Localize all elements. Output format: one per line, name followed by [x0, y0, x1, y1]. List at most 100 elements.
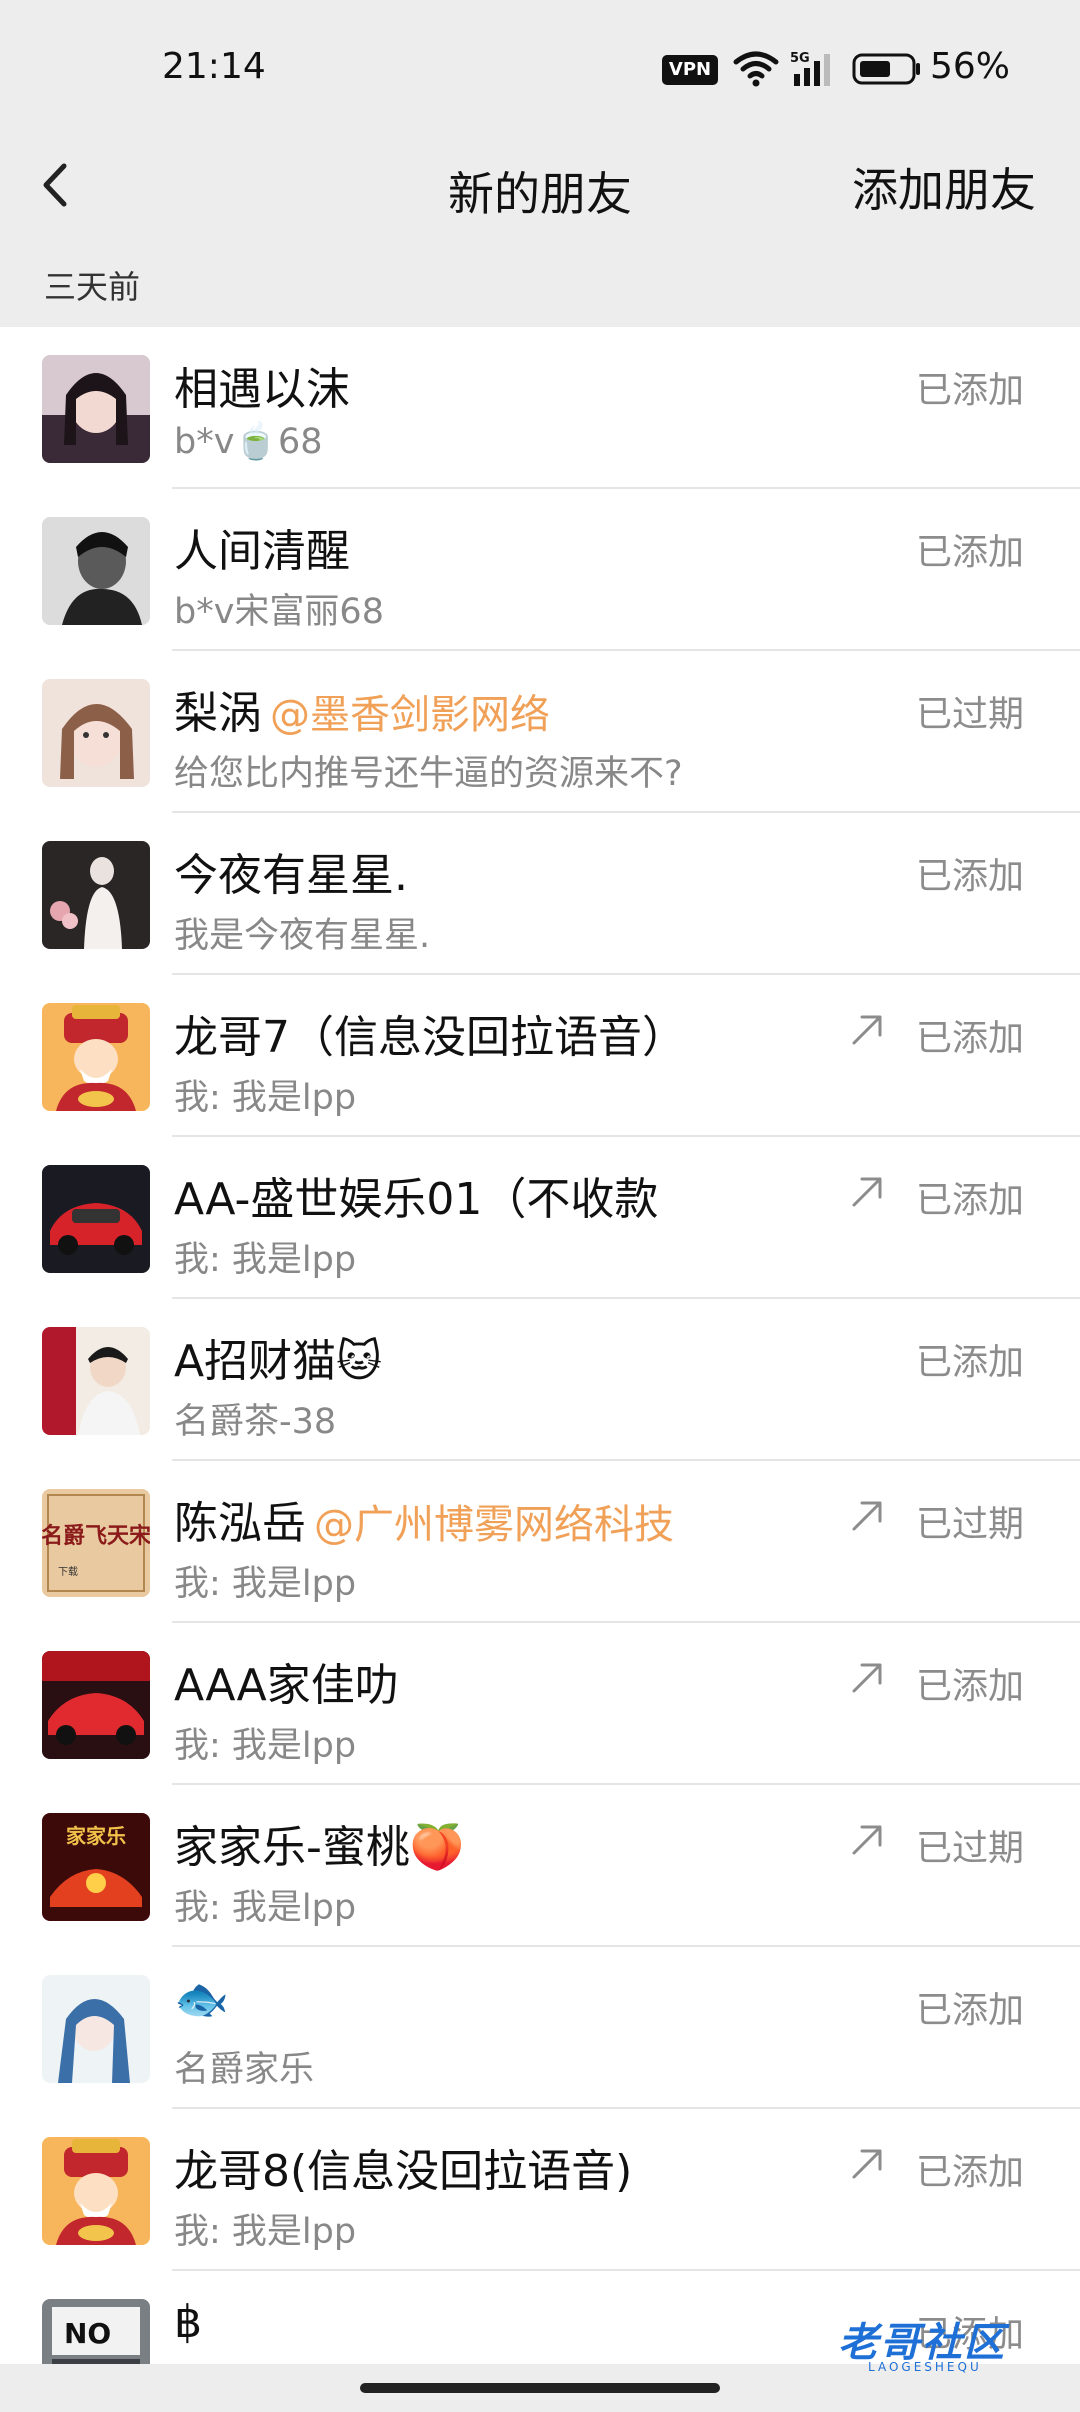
nav-bar: 新的朋友 添加朋友: [0, 130, 1080, 240]
section-date-label: 三天前: [44, 268, 141, 306]
request-message: 我: 我是lpp: [174, 1726, 357, 1766]
avatar[interactable]: 名爵飞天宋下载: [42, 1489, 150, 1597]
request-message: 我: 我是lpp: [174, 1888, 357, 1928]
request-message: 我: 我是lpp: [174, 1564, 357, 1604]
contact-name: 梨涡 @墨香剑影网络: [174, 677, 550, 741]
friend-request-row[interactable]: 人间清醒 b*v宋富丽68 已添加: [0, 489, 1080, 651]
svg-text:家家乐: 家家乐: [66, 1824, 126, 1848]
contact-name: 陈泓岳 @广州博雾网络科技: [174, 1487, 674, 1551]
contact-name-text: ฿: [174, 2297, 202, 2348]
forwarded-arrow-icon: [852, 1501, 882, 1531]
avatar[interactable]: [42, 1327, 150, 1435]
watermark-subtitle: LAOGESHEQU: [868, 2360, 982, 2374]
request-message: 名爵家乐: [174, 2050, 315, 2090]
friend-request-row[interactable]: 龙哥8(信息没回拉语音) 我: 我是lpp 已添加: [0, 2109, 1080, 2271]
request-message: 我是今夜有星星.: [174, 916, 431, 956]
contact-name: 今夜有星星.: [174, 839, 408, 903]
forwarded-arrow-icon: [852, 1663, 882, 1693]
svg-text:5G: 5G: [790, 51, 810, 66]
contact-name: 人间清醒: [174, 515, 350, 579]
request-status: 已过期: [915, 1504, 1024, 1545]
request-status: 已添加: [915, 532, 1024, 573]
contact-name: 龙哥8(信息没回拉语音): [174, 2135, 632, 2199]
avatar[interactable]: [42, 517, 150, 625]
add-friend-button[interactable]: 添加朋友: [852, 154, 1036, 220]
request-message: 名爵茶-38: [174, 1402, 337, 1442]
contact-name-text: 🐟: [174, 1974, 229, 2025]
svg-text:名爵飞天宋: 名爵飞天宋: [42, 1523, 150, 1549]
contact-name: ฿: [174, 2297, 202, 2348]
avatar[interactable]: 家家乐: [42, 1813, 150, 1921]
friend-request-row[interactable]: 家家乐 家家乐-蜜桃🍑 我: 我是lpp 已过期: [0, 1785, 1080, 1947]
avatar[interactable]: [42, 841, 150, 949]
friend-request-row[interactable]: 龙哥7（信息没回拉语音） 我: 我是lpp 已添加: [0, 975, 1080, 1137]
contact-name-text: 今夜有星星.: [174, 850, 408, 901]
battery-percentage: 56%: [930, 46, 1011, 87]
contact-name-text: 梨涡: [174, 688, 262, 739]
forwarded-arrow-icon: [852, 1177, 882, 1207]
friend-request-row[interactable]: AA-盛世娱乐01（不收款我: 我是lpp 已添加: [0, 1137, 1080, 1299]
contact-name: A招财猫🐱: [174, 1325, 382, 1389]
friend-request-row[interactable]: 🐟 名爵家乐 已添加: [0, 1947, 1080, 2109]
contact-name-text: AAA家佳叻: [174, 1660, 399, 1711]
request-message: 我: 我是lpp: [174, 1240, 357, 1280]
contact-name-text: 人间清醒: [174, 526, 350, 577]
cellular-signal-icon: 5G: [790, 51, 830, 86]
avatar[interactable]: [42, 2137, 150, 2245]
contact-name-text: 龙哥7（信息没回拉语音）: [174, 1012, 686, 1063]
request-status: 已添加: [915, 1018, 1024, 1059]
battery-icon: [852, 53, 920, 85]
contact-name: 家家乐-蜜桃🍑: [174, 1811, 465, 1875]
contact-name: AAA家佳叻: [174, 1649, 399, 1713]
request-message: b*v🍵68: [174, 422, 323, 462]
home-indicator[interactable]: [360, 2383, 720, 2393]
request-status: 已添加: [915, 1180, 1024, 1221]
contact-organization: @广州博雾网络科技: [314, 1502, 674, 1548]
request-status: 已添加: [915, 1666, 1024, 1707]
avatar[interactable]: [42, 355, 150, 463]
avatar[interactable]: [42, 1651, 150, 1759]
request-status: 已过期: [915, 694, 1024, 735]
request-message: 给您比内推号还牛逼的资源来不?: [174, 754, 683, 794]
avatar[interactable]: [42, 679, 150, 787]
contact-name-text: A招财猫🐱: [174, 1336, 382, 1387]
status-time: 21:14: [162, 46, 266, 87]
request-status: 已添加: [915, 856, 1024, 897]
request-message: 我: 我是lpp: [174, 2212, 357, 2252]
request-status: 已添加: [915, 1342, 1024, 1383]
contact-name-text: 陈泓岳: [174, 1498, 306, 1549]
svg-text:下载: 下载: [58, 1566, 78, 1578]
request-status: 已过期: [915, 1828, 1024, 1869]
friend-request-row[interactable]: 相遇以沫 b*v🍵68 已添加: [0, 327, 1080, 489]
forwarded-arrow-icon: [852, 1825, 882, 1855]
forwarded-arrow-icon: [852, 1015, 882, 1045]
contact-name-text: 家家乐-蜜桃🍑: [174, 1822, 465, 1873]
contact-organization: @墨香剑影网络: [270, 692, 550, 738]
contact-name-text: 相遇以沫: [174, 364, 350, 415]
request-status: 已添加: [915, 2152, 1024, 2193]
friend-request-row[interactable]: 今夜有星星. 我是今夜有星星. 已添加: [0, 813, 1080, 975]
friend-request-row[interactable]: AAA家佳叻我: 我是lpp 已添加: [0, 1623, 1080, 1785]
avatar[interactable]: [42, 1165, 150, 1273]
status-bar: 21:14 VPN 5G 56%: [0, 0, 1080, 130]
request-status: 已添加: [915, 1990, 1024, 2031]
forwarded-arrow-icon: [852, 2149, 882, 2179]
avatar[interactable]: [42, 1975, 150, 2083]
wifi-icon: [733, 51, 779, 87]
contact-name: AA-盛世娱乐01（不收款: [174, 1163, 658, 1227]
request-status: 已添加: [915, 370, 1024, 411]
vpn-icon: VPN: [662, 55, 718, 85]
request-message: b*v宋富丽68: [174, 592, 384, 632]
contact-name-text: 龙哥8(信息没回拉语音): [174, 2146, 633, 2197]
contact-name: 相遇以沫: [174, 353, 350, 417]
request-message: 我: 我是lpp: [174, 1078, 357, 1118]
friend-request-row[interactable]: 名爵飞天宋 下载 陈泓岳 @广州博雾网络科技 我: 我是lpp 已过期: [0, 1461, 1080, 1623]
friend-request-row[interactable]: 梨涡 @墨香剑影网络给您比内推号还牛逼的资源来不? 已过期: [0, 651, 1080, 813]
contact-name: 🐟: [174, 1973, 229, 2025]
avatar[interactable]: [42, 1003, 150, 1111]
contact-name-text: AA-盛世娱乐01（不收款: [174, 1174, 659, 1225]
svg-text:NO: NO: [64, 2317, 111, 2350]
friend-request-row[interactable]: A招财猫🐱 名爵茶-38 已添加: [0, 1299, 1080, 1461]
new-friends-list: 相遇以沫 b*v🍵68 已添加 人间清醒 b*v宋富丽68 已添加 梨涡 @墨香剑影网络 给您比…: [0, 327, 1080, 2412]
contact-name: 龙哥7（信息没回拉语音）: [174, 1001, 686, 1065]
